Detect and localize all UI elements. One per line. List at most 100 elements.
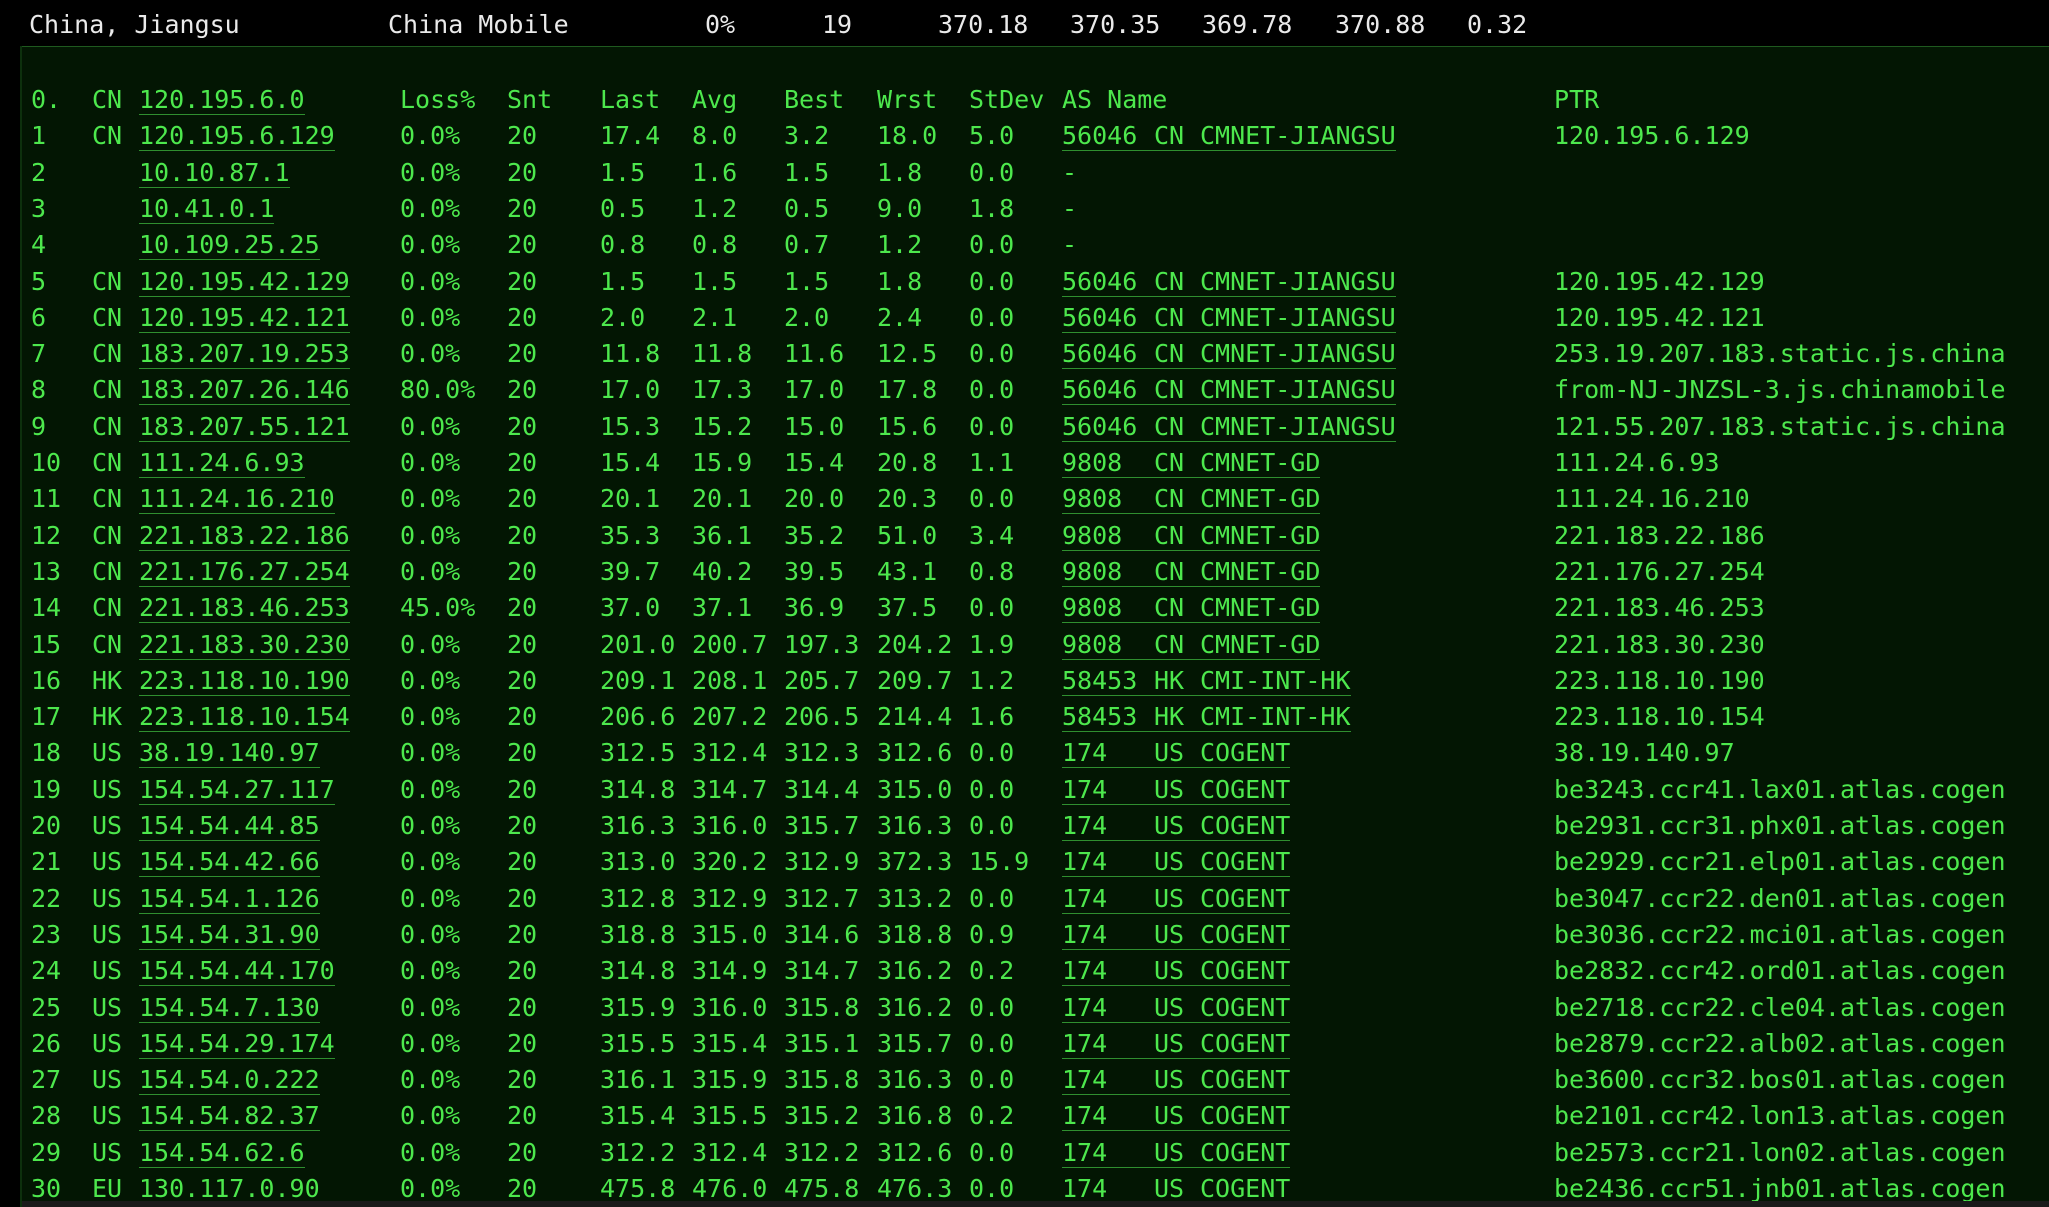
host-address[interactable]: 154.54.31.90 (139, 920, 320, 950)
host-address[interactable]: 154.54.42.66 (139, 848, 320, 878)
as-name: COGENT (1200, 992, 1291, 1022)
header-host[interactable]: 120.195.6.0 (139, 86, 305, 115)
as-link[interactable]: 9808 CN CMNET-GD (1062, 557, 1321, 587)
as-link[interactable]: 174 US COGENT (1062, 884, 1291, 914)
host-address[interactable]: 120.195.6.129 (139, 122, 335, 152)
host-address[interactable]: 183.207.55.121 (139, 412, 350, 442)
host-address[interactable]: 154.54.7.130 (139, 993, 320, 1023)
table-row: 1 CN 120.195.6.129 0.0% 20 17.4 8.0 3.2 18.0 5.0 5… (22, 118, 2049, 154)
avg-value: 208.1 (692, 665, 768, 695)
host-address[interactable]: 111.24.16.210 (139, 485, 335, 515)
as-link[interactable]: 174 US COGENT (1062, 957, 1291, 987)
worst-value: 2.4 (877, 302, 923, 332)
as-link[interactable]: 174 US COGENT (1062, 1066, 1291, 1096)
table-row: 11 CN 111.24.16.210 0.0% 20 20.1 20.1 20.0 20.3 0… (22, 481, 2049, 517)
as-link[interactable]: 9808 CN CMNET-GD (1062, 630, 1321, 660)
last-value: 315.5 (600, 1028, 676, 1058)
loss-value: 0.0% (400, 484, 461, 514)
as-link[interactable]: 174 US COGENT (1062, 847, 1291, 878)
host-address[interactable]: 111.24.6.93 (139, 449, 305, 478)
host-address[interactable]: 154.54.0.222 (139, 1066, 320, 1096)
as-link[interactable]: 9808 CN CMNET-GD (1062, 521, 1321, 551)
host-address[interactable]: 154.54.44.170 (139, 957, 335, 987)
as-link[interactable]: 58453 HK CMI-INT-HK (1062, 666, 1351, 696)
as-link[interactable]: 174 US COGENT (1062, 920, 1291, 950)
host-address[interactable]: 38.19.140.97 (139, 739, 320, 769)
table-row: 3 10.41.0.1 0.0% 20 0.5 1.2 0.5 9.0 1.8 - (22, 191, 2049, 227)
host-address[interactable]: 154.54.27.117 (139, 775, 335, 805)
as-link[interactable]: 174 US COGENT (1062, 1175, 1291, 1204)
avg-value: 315.5 (692, 1101, 768, 1131)
host-address[interactable]: 154.54.82.37 (139, 1102, 320, 1132)
host-address[interactable]: 183.207.26.146 (139, 376, 350, 406)
ptr-value: 221.183.30.230 (1554, 629, 1765, 659)
as-link[interactable]: 174 US COGENT (1062, 1102, 1291, 1132)
host-address[interactable]: 221.176.27.254 (139, 557, 350, 587)
host-address[interactable]: 120.195.42.121 (139, 303, 350, 333)
loss-value: 0.0% (400, 1028, 461, 1058)
as-link[interactable]: 56046 CN CMNET-JIANGSU (1062, 412, 1396, 442)
as-link[interactable]: 9808 CN CMNET-GD (1062, 485, 1321, 515)
worst-value: 372.3 (877, 847, 953, 877)
as-link[interactable]: 56046 CN CMNET-JIANGSU (1062, 302, 1396, 333)
as-link[interactable]: 174 US COGENT (1062, 812, 1291, 841)
host-address[interactable]: 221.183.30.230 (139, 630, 350, 660)
ptr-value: 38.19.140.97 (1554, 738, 1735, 768)
host-address[interactable]: 223.118.10.190 (139, 666, 350, 696)
as-country: CN (1154, 302, 1185, 332)
as-link[interactable]: 56046 CN CMNET-JIANGSU (1062, 376, 1396, 406)
host-address[interactable]: 154.54.62.6 (139, 1138, 305, 1168)
worst-value: 315.7 (877, 1028, 953, 1058)
best-value: 2.0 (784, 302, 830, 332)
host-address[interactable]: 154.54.44.85 (139, 812, 320, 841)
stdev-value: 0.0 (969, 157, 1015, 187)
table-row: 26 US 154.54.29.174 0.0% 20 315.5 315.4 315.1 31… (22, 1026, 2049, 1062)
as-link[interactable]: 58453 HK CMI-INT-HK (1062, 703, 1351, 733)
as-link[interactable]: 56046 CN CMNET-JIANGSU (1062, 121, 1396, 152)
sent-value: 20 (507, 302, 538, 332)
ptr-value: be3047.ccr22.den01.atlas.cogen (1554, 883, 2006, 913)
as-link[interactable]: 174 US COGENT (1062, 1029, 1291, 1059)
worst-value: 214.4 (877, 702, 953, 732)
as-link[interactable]: 174 US COGENT (1062, 1138, 1291, 1168)
as-country: CN (1154, 266, 1185, 296)
ptr-value: 223.118.10.154 (1554, 702, 1765, 732)
as-link[interactable]: 174 US COGENT (1062, 992, 1291, 1023)
host-address[interactable]: 120.195.42.129 (139, 267, 350, 297)
host-address[interactable]: 10.10.87.1 (139, 158, 290, 188)
host-address[interactable]: 223.118.10.154 (139, 703, 350, 733)
as-link[interactable]: 56046 CN CMNET-JIANGSU (1062, 340, 1396, 370)
host-address[interactable]: 183.207.19.253 (139, 340, 350, 370)
sent-value: 20 (507, 1137, 538, 1167)
table-row: 27 US 154.54.0.222 0.0% 20 316.1 315.9 315.8 316… (22, 1062, 2049, 1098)
stdev-value: 0.0 (969, 302, 1015, 332)
host-address[interactable]: 154.54.1.126 (139, 884, 320, 914)
host-address[interactable]: 154.54.29.174 (139, 1029, 335, 1059)
host-address[interactable]: 130.117.0.90 (139, 1175, 320, 1204)
header-country: CN (92, 85, 123, 114)
host-address[interactable]: 10.109.25.25 (139, 231, 320, 261)
as-link[interactable]: 174 US COGENT (1062, 775, 1291, 805)
last-value: 315.4 (600, 1101, 676, 1131)
as-link[interactable]: 9808 CN CMNET-GD (1062, 449, 1321, 478)
country-code: CN (92, 520, 123, 550)
avg-value: 8.0 (692, 121, 738, 151)
as-country: US (1154, 847, 1185, 877)
stdev-value: 0.2 (969, 956, 1015, 986)
summary-worst: 370.88 (1335, 10, 1426, 39)
host-address[interactable]: 221.183.46.253 (139, 594, 350, 624)
as-link[interactable]: 56046 CN CMNET-JIANGSU (1062, 266, 1396, 297)
sent-value: 20 (507, 339, 538, 369)
as-link[interactable]: 174 US COGENT (1062, 739, 1291, 769)
loss-value: 0.0% (400, 1065, 461, 1095)
host-address[interactable]: 221.183.22.186 (139, 521, 350, 551)
as-link[interactable]: 9808 CN CMNET-GD (1062, 594, 1321, 624)
sent-value: 20 (507, 956, 538, 986)
ptr-value: be2718.ccr22.cle04.atlas.cogen (1554, 992, 2006, 1022)
avg-value: 1.5 (692, 266, 738, 296)
host-address[interactable]: 10.41.0.1 (139, 194, 275, 224)
sent-value: 20 (507, 520, 538, 550)
as-name: CMNET-JIANGSU (1200, 121, 1396, 151)
last-value: 39.7 (600, 556, 661, 586)
country-code: US (92, 1028, 123, 1058)
